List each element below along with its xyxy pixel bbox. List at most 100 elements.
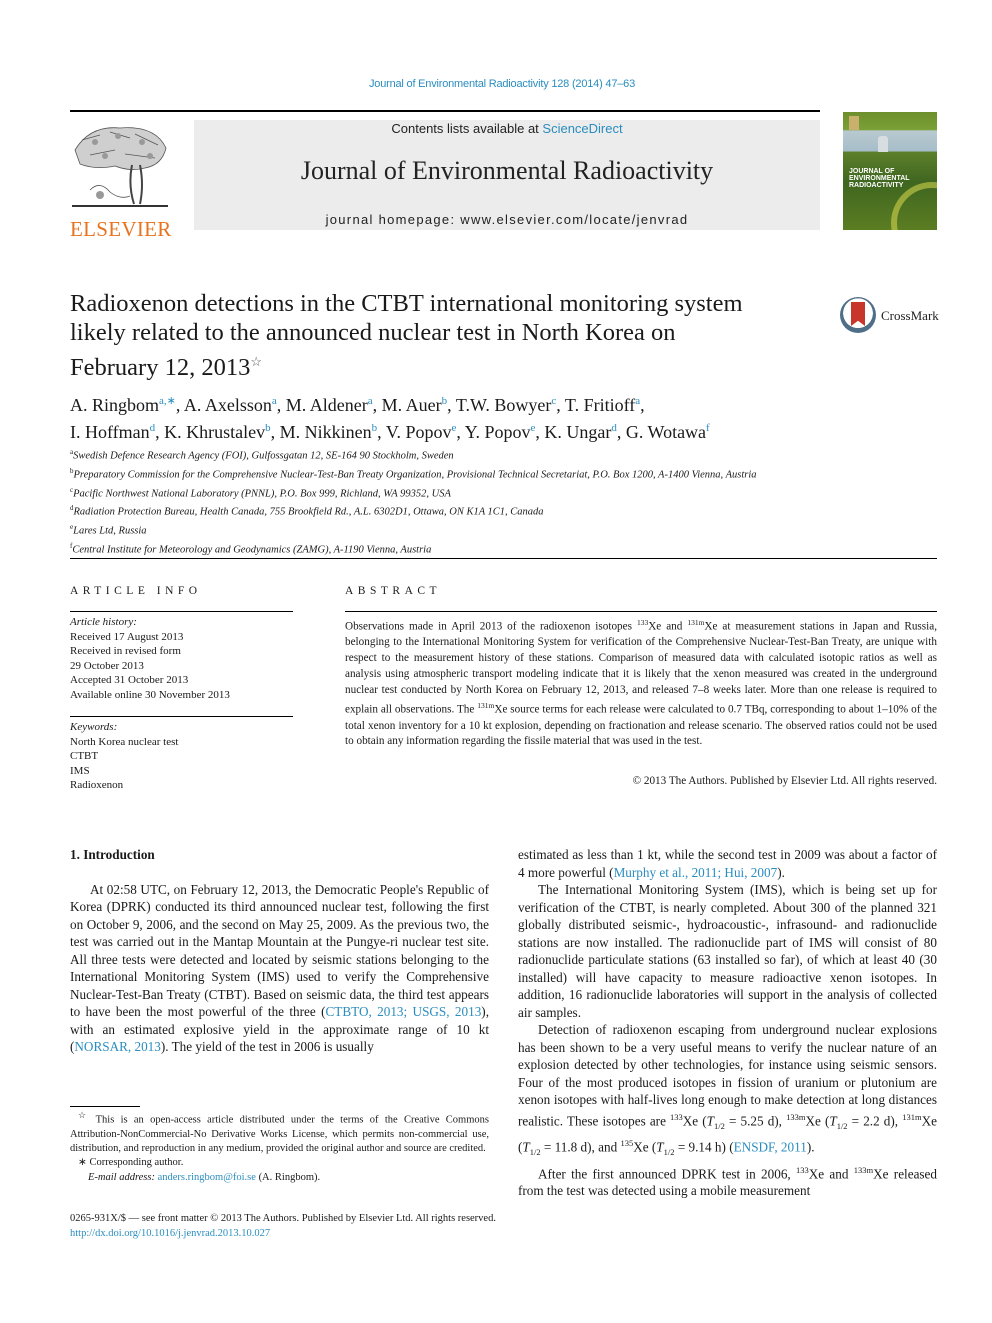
keyword-list: North Korea nuclear test CTBT IMS Radioxeno… bbox=[70, 735, 300, 793]
article-history: Article history: Received 17 August 2013… bbox=[70, 615, 300, 702]
author-list: A. Ringboma,∗, A. Axelssona, M. Aldenera… bbox=[70, 390, 870, 444]
affiliation-link[interactable]: f bbox=[706, 422, 710, 434]
citation-link[interactable]: CTBTO, 2013; USGS, 2013 bbox=[326, 1004, 482, 1019]
cover-title: JOURNAL OF ENVIRONMENTAL RADIOACTIVITY bbox=[849, 168, 910, 189]
author-name[interactable]: A. Ringbom bbox=[70, 395, 159, 415]
affiliation: fCentral Institute for Meteorology and G… bbox=[70, 541, 432, 556]
affiliation-link[interactable]: c bbox=[551, 395, 556, 407]
section-divider bbox=[70, 558, 937, 559]
crossmark-label: CrossMark bbox=[881, 308, 939, 323]
contents-line: Contents lists available at ScienceDirec… bbox=[194, 121, 820, 136]
journal-homepage: journal homepage: www.elsevier.com/locat… bbox=[194, 212, 820, 227]
journal-citation-link[interactable]: Journal of Environmental Radioactivity 1… bbox=[0, 78, 992, 90]
affiliation-link[interactable]: e bbox=[452, 422, 457, 434]
title-line: likely related to the announced nuclear … bbox=[70, 319, 676, 346]
cover-title-line: RADIOACTIVITY bbox=[849, 182, 904, 189]
affiliation: cPacific Northwest National Laboratory (… bbox=[70, 485, 451, 500]
divider bbox=[345, 611, 937, 612]
journal-title: Journal of Environmental Radioactivity bbox=[300, 156, 714, 185]
paragraph: estimated as less than 1 kt, while the s… bbox=[518, 847, 937, 880]
history-item: Received 17 August 2013 bbox=[70, 630, 184, 643]
abstract-heading: ABSTRACT bbox=[345, 585, 442, 597]
paragraph: After the first announced DPRK test in 2… bbox=[518, 1164, 937, 1199]
star-footnote-link[interactable]: ☆ bbox=[250, 354, 262, 369]
body-column-left: 1. Introduction At 02:58 UTC, on Februar… bbox=[70, 846, 489, 1056]
author-name[interactable]: K. Ungar bbox=[544, 422, 611, 442]
title-line: Radioxenon detections in the CTBT intern… bbox=[70, 290, 743, 317]
history-item: Available online 30 November 2013 bbox=[70, 688, 230, 701]
affiliation: bPreparatory Commission for the Comprehe… bbox=[70, 466, 757, 481]
affiliation-link[interactable]: a bbox=[368, 395, 373, 407]
footnotes: ☆ This is an open-access article distrib… bbox=[70, 1108, 489, 1185]
elsevier-wordmark: ELSEVIER bbox=[70, 217, 172, 241]
homepage-label: journal homepage: bbox=[325, 212, 461, 227]
abstract-text: Observations made in April 2013 of the r… bbox=[345, 618, 938, 748]
paragraph: Detection of radioxenon escaping from un… bbox=[518, 1022, 937, 1158]
title-line: February 12, 2013 bbox=[70, 354, 251, 382]
history-label: Article history: bbox=[70, 616, 137, 628]
keyword-item: North Korea nuclear test bbox=[70, 735, 179, 748]
keyword-item: IMS bbox=[70, 764, 90, 777]
contents-prefix: Contents lists available at bbox=[391, 121, 543, 136]
author-name[interactable]: I. Hoffman bbox=[70, 422, 150, 442]
affiliation-link[interactable]: a bbox=[272, 395, 277, 407]
affiliation-link[interactable]: e bbox=[530, 422, 535, 434]
affiliation-link[interactable]: d bbox=[150, 422, 156, 434]
email-footnote: E-mail address: anders.ringbom@foi.se (A… bbox=[88, 1171, 321, 1183]
elsevier-logo[interactable]: ELSEVIER bbox=[70, 120, 171, 240]
author-name[interactable]: V. Popov bbox=[386, 422, 452, 442]
affiliation: dRadiation Protection Bureau, Health Can… bbox=[70, 504, 544, 518]
page-footer: 0265-931X/$ — see front matter © 2013 Th… bbox=[70, 1212, 770, 1241]
keyword-item: CTBT bbox=[70, 750, 99, 762]
citation-link[interactable]: NORSAR, 2013 bbox=[74, 1039, 160, 1054]
author-name[interactable]: A. Axelsson bbox=[184, 395, 272, 415]
article-title: Radioxenon detections in the CTBT intern… bbox=[70, 289, 820, 382]
paragraph: The International Monitoring System (IMS… bbox=[518, 882, 937, 1020]
cover-logo bbox=[849, 116, 859, 130]
journal-banner: Contents lists available at ScienceDirec… bbox=[194, 120, 820, 230]
body-column-right: estimated as less than 1 kt, while the s… bbox=[518, 846, 937, 1200]
author-name[interactable]: T.W. Bowyer bbox=[456, 395, 551, 415]
email-link[interactable]: anders.ringbom@foi.se bbox=[158, 1172, 256, 1183]
affiliation: aSwedish Defence Research Agency (FOI), … bbox=[70, 448, 454, 462]
affiliation-link[interactable]: b bbox=[265, 422, 271, 434]
affiliations: aSwedish Defence Research Agency (FOI), … bbox=[70, 445, 830, 558]
cover-title-line: ENVIRONMENTAL bbox=[849, 175, 910, 182]
citation-link[interactable]: Murphy et al., 2011; Hui, 2007 bbox=[614, 865, 778, 880]
author-line: A. Ringboma,∗, A. Axelssona, M. Aldenera… bbox=[70, 395, 645, 415]
affiliation-link[interactable]: a bbox=[635, 395, 640, 407]
author-name[interactable]: M. Auer bbox=[382, 395, 442, 415]
doi-link[interactable]: http://dx.doi.org/10.1016/j.jenvrad.2013… bbox=[70, 1228, 270, 1239]
keywords-label: Keywords: bbox=[70, 721, 118, 733]
author-name[interactable]: Y. Popov bbox=[465, 422, 531, 442]
author-name[interactable]: M. Aldener bbox=[286, 395, 368, 415]
abstract-copyright: © 2013 The Authors. Published by Elsevie… bbox=[632, 775, 937, 787]
open-access-footnote: ☆ This is an open-access article distrib… bbox=[70, 1110, 489, 1155]
corresponding-footnote: ∗ Corresponding author. bbox=[78, 1157, 184, 1169]
cover-title-line: JOURNAL OF bbox=[849, 168, 895, 175]
journal-cover-image[interactable]: JOURNAL OF ENVIRONMENTAL RADIOACTIVITY bbox=[843, 112, 937, 230]
citation-link[interactable]: ENSDF, 2011 bbox=[734, 1139, 807, 1154]
author-name[interactable]: G. Wotawa bbox=[626, 422, 706, 442]
affiliation-link[interactable]: b bbox=[372, 422, 378, 434]
author-name[interactable]: M. Nikkinen bbox=[280, 422, 372, 442]
section-heading: 1. Introduction bbox=[70, 847, 155, 862]
article-info-heading: ARTICLE INFO bbox=[70, 585, 202, 597]
paragraph: At 02:58 UTC, on February 12, 2013, the … bbox=[70, 881, 489, 1055]
affiliation: eLares Ltd, Russia bbox=[70, 523, 147, 537]
sciencedirect-link[interactable]: ScienceDirect bbox=[542, 121, 622, 136]
elsevier-tree-icon bbox=[70, 120, 170, 210]
crossmark-button[interactable]: CrossMark bbox=[840, 297, 950, 337]
history-item: 29 October 2013 bbox=[70, 659, 144, 672]
issn-line: 0265-931X/$ — see front matter © 2013 Th… bbox=[70, 1213, 496, 1224]
affiliation-link[interactable]: b bbox=[442, 395, 448, 407]
divider bbox=[70, 611, 293, 612]
author-name[interactable]: T. Fritioff bbox=[565, 395, 635, 415]
affiliation-link[interactable]: d bbox=[611, 422, 617, 434]
keyword-item: Radioxenon bbox=[70, 779, 124, 791]
history-list: Received 17 August 2013 Received in revis… bbox=[70, 630, 300, 703]
affiliation-link[interactable]: a,∗ bbox=[159, 395, 176, 407]
history-item: Accepted 31 October 2013 bbox=[70, 674, 189, 686]
homepage-link[interactable]: www.elsevier.com/locate/jenvrad bbox=[460, 212, 688, 227]
author-name[interactable]: K. Khrustalev bbox=[164, 422, 265, 442]
